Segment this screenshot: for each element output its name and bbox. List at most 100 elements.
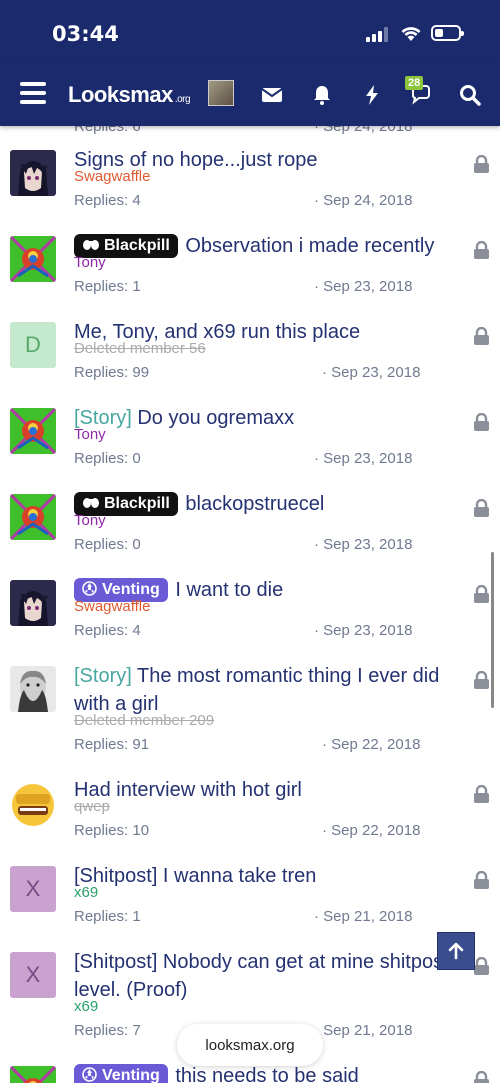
logo-text: Looksmax <box>68 82 173 107</box>
thread-author-avatar[interactable]: X <box>10 866 56 912</box>
lock-icon <box>473 498 490 517</box>
thread-meta: Replies: 1 · Sep 23, 2018 <box>74 278 434 295</box>
thread-author[interactable]: Tony <box>74 426 106 443</box>
thread-author-avatar[interactable] <box>10 150 56 196</box>
reply-count: Replies: 91 <box>74 736 150 753</box>
thread-meta: Replies: 0 · Sep 23, 2018 <box>74 536 434 553</box>
thread-title-text[interactable]: [Shitpost] I wanna take tren <box>74 865 316 887</box>
thread-date[interactable]: · Sep 22, 2018 <box>322 736 420 753</box>
thread-author[interactable]: x69 <box>74 884 98 901</box>
thread-author: qwep <box>74 798 110 815</box>
thread-author: Deleted member 209 <box>74 712 215 729</box>
thread-title[interactable]: Blackpill blackopstruecel <box>74 490 464 518</box>
thread-author[interactable]: Swagwaffle <box>74 598 150 615</box>
lock-icon <box>473 584 490 603</box>
thread-author-avatar[interactable] <box>10 666 56 712</box>
search-icon[interactable] <box>458 83 482 107</box>
thread-author[interactable]: Tony <box>74 254 106 271</box>
thread-title-text[interactable]: Observation i made recently <box>185 235 434 257</box>
thread-author-avatar[interactable] <box>10 580 56 626</box>
thread-author-avatar[interactable] <box>10 408 56 454</box>
thread-author: Deleted member 56 <box>74 340 206 357</box>
thread-prefix-badge[interactable]: Venting <box>74 1064 168 1083</box>
prefix-label: Venting <box>102 1067 160 1083</box>
thread-title[interactable]: [Story] The most romantic thing I ever d… <box>74 662 464 718</box>
thread-date[interactable]: · Sep 21, 2018 <box>314 908 412 925</box>
lock-icon <box>473 240 490 259</box>
status-bar: 03:44 <box>0 0 500 64</box>
thread-author[interactable]: Tony <box>74 512 106 529</box>
logo-domain-suffix: .org <box>174 94 191 105</box>
thread-prefix-label[interactable]: [Story] <box>74 665 132 687</box>
thread-date[interactable]: · Sep 22, 2018 <box>322 822 420 839</box>
menu-icon[interactable] <box>20 82 46 104</box>
inbox-icon[interactable] <box>260 83 284 107</box>
thread-author-avatar[interactable] <box>10 236 56 282</box>
prefix-label: Venting <box>102 581 160 598</box>
thread-title-text[interactable]: I want to die <box>175 579 283 601</box>
thread-date[interactable]: · Sep 24, 2018 <box>314 192 412 209</box>
thread-meta: Replies: 91 · Sep 22, 2018 <box>74 736 434 753</box>
status-time: 03:44 <box>52 22 119 46</box>
thread-author[interactable]: x69 <box>74 998 98 1015</box>
thread-meta: Replies: 1 · Sep 21, 2018 <box>74 908 434 925</box>
prefix-label: Blackpill <box>104 495 170 512</box>
reply-count: Replies: 4 <box>74 192 141 209</box>
thread-author-avatar[interactable]: X <box>10 952 56 998</box>
thread-date[interactable]: · Sep 21, 2018 <box>314 1022 412 1039</box>
thread-list: Replies: 6 · Sep 24, 2018 Signs of no ho… <box>0 126 500 1083</box>
reply-count: Replies: 0 <box>74 450 141 467</box>
thread-author-avatar[interactable] <box>10 780 56 826</box>
scroll-to-top-button[interactable] <box>437 932 475 970</box>
thread-date: · Sep 24, 2018 <box>314 126 413 135</box>
thread-title[interactable]: [Shitpost] Nobody can get at mine shitpo… <box>74 948 464 1004</box>
thread-title[interactable]: [Shitpost] I wanna take tren <box>74 862 464 890</box>
thread-date[interactable]: · Sep 23, 2018 <box>314 278 412 295</box>
thread-author[interactable]: Swagwaffle <box>74 168 150 185</box>
thread-date[interactable]: · Sep 23, 2018 <box>314 536 412 553</box>
reply-count: Replies: 7 <box>74 1022 141 1039</box>
lock-icon <box>473 670 490 689</box>
cellular-signal-icon <box>366 26 392 42</box>
thread-title[interactable]: Had interview with hot girl <box>74 776 464 804</box>
browser-domain: looksmax.org <box>205 1036 295 1054</box>
bell-icon[interactable] <box>310 83 334 107</box>
thread-title-text[interactable]: blackopstruecel <box>185 493 324 515</box>
reply-count: Replies: 0 <box>74 536 141 553</box>
reply-count: Replies: 1 <box>74 908 141 925</box>
thread-author-avatar[interactable] <box>10 494 56 540</box>
site-logo[interactable]: Looksmax .org <box>68 82 191 108</box>
scrollbar[interactable] <box>491 552 494 708</box>
thread-title-text[interactable]: [Shitpost] Nobody can get at mine shitpo… <box>74 951 449 1001</box>
wifi-icon <box>401 27 421 41</box>
reply-count: Replies: 99 <box>74 364 150 381</box>
top-navigation-bar: Looksmax .org 28 <box>0 64 500 126</box>
lock-icon <box>473 412 490 431</box>
thread-date[interactable]: · Sep 23, 2018 <box>322 364 420 381</box>
lock-icon <box>473 870 490 889</box>
reply-count: Replies: 6 <box>74 126 141 135</box>
thread-author-avatar[interactable]: D <box>10 322 56 368</box>
thread-meta: Replies: 0 · Sep 23, 2018 <box>74 450 434 467</box>
conversations-badge: 28 <box>405 76 424 90</box>
browser-domain-pill[interactable]: looksmax.org <box>177 1024 323 1066</box>
lock-icon <box>473 1070 490 1083</box>
thread-meta: Replies: 4 · Sep 23, 2018 <box>74 622 434 639</box>
thread-author-avatar[interactable] <box>10 1066 56 1083</box>
thread-title-text[interactable]: Do you ogremaxx <box>137 407 294 429</box>
lightning-icon[interactable] <box>360 83 384 107</box>
user-avatar[interactable] <box>208 80 234 106</box>
prefix-label: Blackpill <box>104 237 170 254</box>
thread-title-text[interactable]: this needs to be said <box>175 1065 358 1083</box>
thread-meta: Replies: 10 · Sep 22, 2018 <box>74 822 434 839</box>
thread-meta: Replies: 4 · Sep 24, 2018 <box>74 192 434 209</box>
thread-date[interactable]: · Sep 23, 2018 <box>314 622 412 639</box>
lock-icon <box>473 326 490 345</box>
lock-icon <box>473 784 490 803</box>
thread-title[interactable]: Blackpill Observation i made recently <box>74 232 464 260</box>
reply-count: Replies: 1 <box>74 278 141 295</box>
thread-meta: Replies: 99 · Sep 23, 2018 <box>74 364 434 381</box>
lock-icon <box>473 154 490 173</box>
thread-title[interactable]: [Story] Do you ogremaxx <box>74 404 464 432</box>
thread-date[interactable]: · Sep 23, 2018 <box>314 450 412 467</box>
